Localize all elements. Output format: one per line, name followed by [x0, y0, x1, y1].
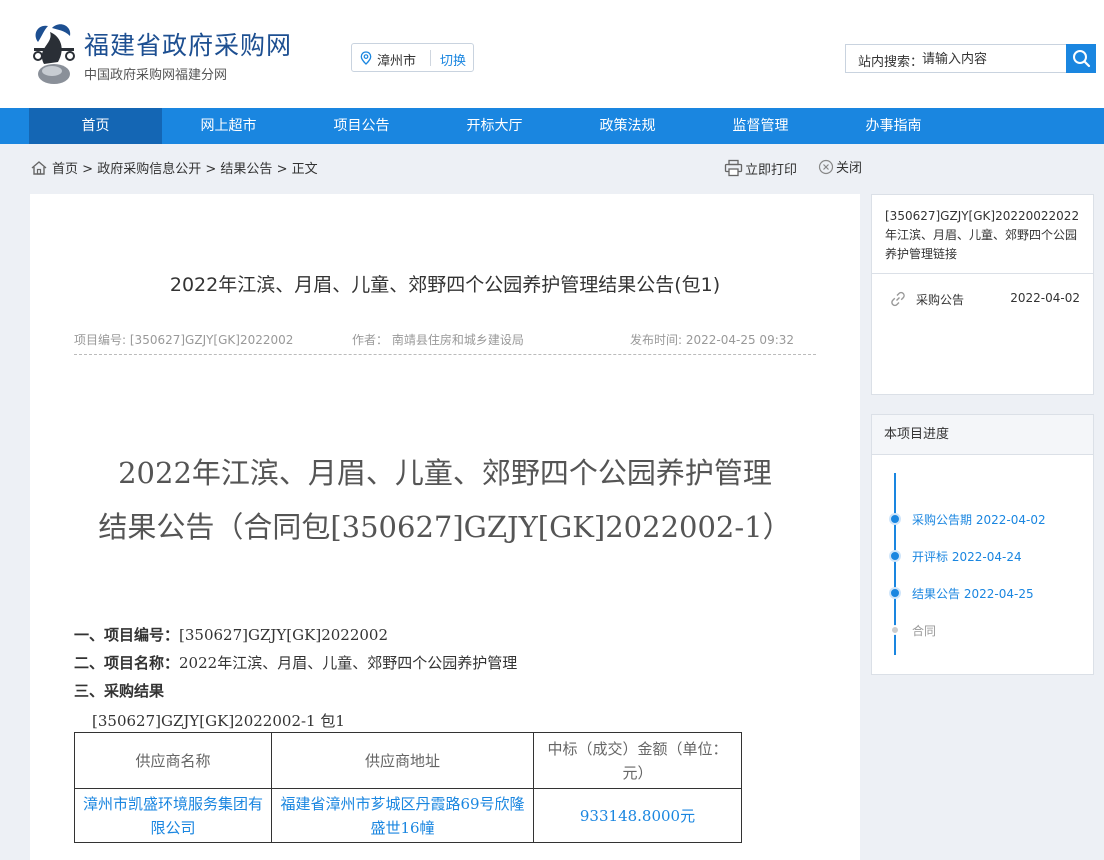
result-table: 供应商名称 供应商地址 中标（成交）金额（单位：元） 漳州市凯盛环境服务集团有限… — [74, 732, 742, 843]
panel-divider — [872, 273, 1093, 274]
progress-step-date: 2022-04-02 — [975, 513, 1046, 527]
nav-bid-opening-hall[interactable]: 开标大厅 — [428, 108, 561, 144]
section-project-no: 一、项目编号：[350627]GZJY[GK]2022002 — [74, 624, 388, 645]
section-project-name-value: 2022年江滨、月眉、儿童、郊野四个公园养护管理 — [179, 654, 518, 672]
supplier-address-cell: 福建省漳州市芗城区丹霞路69号欣隆盛世16幢 — [271, 788, 534, 843]
article-title: 2022年江滨、月眉、儿童、郊野四个公园养护管理结果公告(包1) — [169, 274, 721, 296]
nav-policies[interactable]: 政策法规 — [561, 108, 694, 144]
location-pin-icon — [360, 51, 372, 65]
announcement-heading: 2022年江滨、月眉、儿童、郊野四个公园养护管理 结果公告（合同包[350627… — [30, 446, 860, 554]
progress-step-label: 采购公告期 — [912, 513, 973, 527]
meta-author-label: 作者： — [352, 333, 389, 347]
table-header-row: 供应商名称 供应商地址 中标（成交）金额（单位：元） — [74, 732, 742, 789]
progress-step-link[interactable]: 采购公告期 2022-04-02 — [912, 511, 1046, 528]
meta-publish-value: 2022-04-25 09:32 — [685, 333, 795, 347]
printer-icon — [724, 159, 743, 177]
city-switch-link[interactable]: 切换 — [440, 50, 466, 69]
announcement-heading-line1: 2022年江滨、月眉、儿童、郊野四个公园养护管理 — [118, 456, 772, 490]
progress-title: 本项目进度 — [872, 415, 1093, 455]
city-divider — [430, 50, 431, 66]
meta-author-value: 南靖县住房和城乡建设局 — [391, 333, 524, 347]
table-header-cell: 中标（成交）金额（单位：元） — [533, 732, 742, 789]
close-button[interactable]: 关闭 — [818, 159, 862, 179]
site-subtitle: 中国政府采购网福建分网 — [84, 68, 228, 83]
meta-project-no-value: [350627]GZJY[GK]2022002 — [129, 333, 294, 347]
progress-step-link[interactable]: 结果公告 2022-04-25 — [912, 585, 1034, 602]
breadcrumb-separator: > — [276, 162, 288, 177]
nav-project-notices[interactable]: 项目公告 — [295, 108, 428, 144]
progress-step-label: 开评标 — [912, 550, 949, 564]
site-title[interactable]: 福建省政府采购网 — [84, 26, 292, 62]
link-icon — [891, 291, 905, 307]
breadcrumb-home[interactable]: 首页 — [52, 162, 78, 177]
supplier-name-cell: 漳州市凯盛环境服务集团有限公司 — [74, 788, 272, 843]
meta-author: 作者： 南靖县住房和城乡建设局 — [352, 331, 524, 348]
meta-divider — [74, 354, 816, 355]
print-button[interactable]: 立即打印 — [724, 159, 797, 181]
related-link-date: 2022-04-02 — [1010, 291, 1080, 305]
close-icon — [818, 159, 834, 175]
progress-step-date: 2022-04-24 — [951, 550, 1022, 564]
meta-project-no: 项目编号: [350627]GZJY[GK]2022002 — [74, 331, 293, 348]
breadcrumb: 首页 > 政府采购信息公开 > 结果公告 > 正文 — [30, 160, 318, 180]
main-nav: 首页 网上超市 项目公告 开标大厅 政策法规 监督管理 办事指南 — [0, 108, 1104, 144]
related-links-title: [350627]GZJY[GK]20220022022年江滨、月眉、儿童、郊野四… — [885, 209, 1080, 261]
section-result-label: 三、采购结果 — [74, 682, 165, 700]
breadcrumb-separator: > — [82, 162, 94, 177]
home-icon — [31, 161, 47, 175]
progress-step-date: 2022-04-25 — [963, 587, 1034, 601]
close-label: 关闭 — [836, 161, 863, 176]
meta-publish-label: 发布时间: — [630, 333, 683, 347]
search-label: 站内搜索： — [858, 55, 924, 70]
breadcrumb-item-current: 正文 — [291, 162, 318, 177]
nav-home[interactable]: 首页 — [29, 108, 162, 144]
breadcrumb-separator: > — [205, 162, 217, 177]
progress-step-label: 合同 — [912, 624, 937, 638]
related-links-panel: [350627]GZJY[GK]20220022022年江滨、月眉、儿童、郊野四… — [871, 194, 1094, 395]
progress-dot — [889, 550, 901, 562]
project-progress-panel: 本项目进度 采购公告期 2022-04-02 开评标 2022-04-24 结果… — [871, 414, 1094, 675]
progress-step: 采购公告期 2022-04-02 — [872, 509, 1093, 529]
breadcrumb-item-result[interactable]: 结果公告 — [220, 162, 272, 177]
nav-guide[interactable]: 办事指南 — [827, 108, 960, 144]
section-project-no-value: [350627]GZJY[GK]2022002 — [179, 626, 388, 644]
progress-step-label: 结果公告 — [912, 587, 961, 601]
meta-project-no-label: 项目编号: — [74, 333, 127, 347]
progress-dot-pending — [890, 625, 900, 635]
search-input[interactable] — [922, 48, 1062, 70]
site-search: 站内搜索： — [845, 44, 1067, 73]
amount-cell: 933148.8000元 — [533, 788, 742, 843]
progress-step: 开评标 2022-04-24 — [872, 546, 1093, 566]
section-project-name-label: 二、项目名称： — [74, 654, 180, 672]
progress-dot — [889, 513, 901, 525]
related-link-label[interactable]: 采购公告 — [916, 291, 964, 308]
progress-step-link[interactable]: 开评标 2022-04-24 — [912, 548, 1022, 565]
table-header-cell: 供应商地址 — [271, 732, 534, 789]
search-icon — [1073, 50, 1091, 68]
table-row: 漳州市凯盛环境服务集团有限公司 福建省漳州市芗城区丹霞路69号欣隆盛世16幢 9… — [74, 788, 742, 843]
article-panel: 2022年江滨、月眉、儿童、郊野四个公园养护管理结果公告(包1) 项目编号: [… — [30, 194, 860, 860]
table-header-cell: 供应商名称 — [74, 732, 272, 789]
site-header: 福建省政府采购网 中国政府采购网福建分网 漳州市 切换 站内搜索： — [0, 0, 1104, 108]
announcement-heading-line2: 结果公告（合同包[350627]GZJY[GK]2022002-1） — [98, 510, 792, 544]
nav-online-mall[interactable]: 网上超市 — [162, 108, 295, 144]
progress-step: 合同 — [872, 620, 1093, 640]
print-label: 立即打印 — [745, 163, 798, 178]
city-selector: 漳州市 切换 — [351, 43, 474, 72]
breadcrumb-item-info[interactable]: 政府采购信息公开 — [97, 162, 201, 177]
search-button[interactable] — [1066, 44, 1096, 73]
progress-dot — [889, 587, 901, 599]
progress-step: 结果公告 2022-04-25 — [872, 583, 1093, 603]
related-link-item[interactable]: 采购公告 2022-04-02 — [890, 291, 1080, 307]
package-line: [350627]GZJY[GK]2022002-1 包1 — [92, 712, 345, 730]
section-result: 三、采购结果 — [74, 680, 164, 701]
nav-supervision[interactable]: 监督管理 — [694, 108, 827, 144]
meta-publish-time: 发布时间: 2022-04-25 09:32 — [630, 331, 794, 348]
section-project-name: 二、项目名称：2022年江滨、月眉、儿童、郊野四个公园养护管理 — [74, 652, 517, 673]
current-city: 漳州市 — [377, 54, 417, 69]
section-project-no-label: 一、项目编号： — [74, 626, 180, 644]
site-logo-icon[interactable] — [30, 18, 78, 86]
